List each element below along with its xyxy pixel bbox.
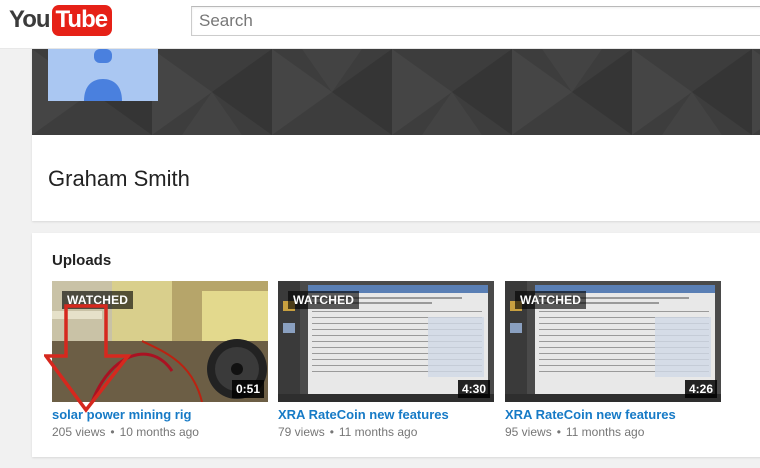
- meta-separator: •: [329, 425, 334, 439]
- video-card: WATCHED 4:26 XRA RateCoin new features 9…: [505, 281, 721, 439]
- video-card: WATCHED 4:30 XRA RateCoin new features 7…: [278, 281, 494, 439]
- channel-name[interactable]: Graham Smith: [48, 166, 190, 192]
- watched-badge: WATCHED: [288, 291, 360, 309]
- view-count: 79 views: [278, 425, 325, 439]
- watched-badge: WATCHED: [62, 291, 134, 309]
- view-count: 205 views: [52, 425, 106, 439]
- search-box[interactable]: [191, 6, 760, 36]
- default-user-avatar-icon: [48, 49, 158, 101]
- logo-tube-text: Tube: [51, 4, 113, 36]
- upload-age: 11 months ago: [338, 425, 418, 439]
- channel-banner: [32, 49, 760, 135]
- uploads-heading[interactable]: Uploads: [52, 252, 111, 269]
- channel-avatar[interactable]: [48, 49, 158, 101]
- meta-separator: •: [556, 425, 561, 439]
- masthead: You Tube: [0, 0, 760, 49]
- upload-age: 10 months ago: [119, 425, 199, 439]
- video-title-link[interactable]: XRA RateCoin new features: [505, 407, 721, 422]
- video-card: WATCHED 0:51 solar power mining rig 205 …: [52, 281, 268, 439]
- video-meta: 79 views • 11 months ago: [278, 425, 494, 439]
- video-thumbnail[interactable]: WATCHED 4:26: [505, 281, 721, 402]
- logo-you-text: You: [9, 6, 51, 33]
- video-meta: 205 views • 10 months ago: [52, 425, 268, 439]
- video-title-link[interactable]: solar power mining rig: [52, 407, 268, 422]
- video-thumbnail[interactable]: WATCHED 4:30: [278, 281, 494, 402]
- video-duration: 4:26: [684, 380, 717, 398]
- video-duration: 4:30: [457, 380, 490, 398]
- watched-badge: WATCHED: [515, 291, 587, 309]
- view-count: 95 views: [505, 425, 552, 439]
- video-duration: 0:51: [231, 380, 264, 398]
- video-meta: 95 views • 11 months ago: [505, 425, 721, 439]
- search-input[interactable]: [192, 7, 760, 35]
- video-thumbnail[interactable]: WATCHED 0:51: [52, 281, 268, 402]
- youtube-logo[interactable]: You Tube: [9, 4, 113, 36]
- meta-separator: •: [110, 425, 115, 439]
- uploads-section: Uploads WATCHED 0:51 solar power mining …: [32, 233, 760, 457]
- video-title-link[interactable]: XRA RateCoin new features: [278, 407, 494, 422]
- channel-header: Graham Smith: [32, 49, 760, 221]
- upload-age: 11 months ago: [565, 425, 645, 439]
